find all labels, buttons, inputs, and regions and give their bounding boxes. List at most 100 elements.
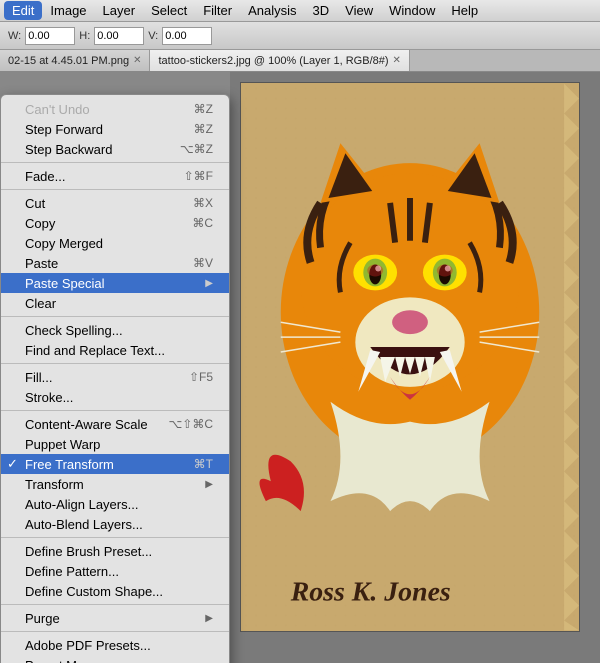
menu-item-auto-align-layers---[interactable]: Auto-Align Layers... [1, 494, 229, 514]
menu-item-define-custom-shape---[interactable]: Define Custom Shape... [1, 581, 229, 601]
menu-separator-29 [1, 604, 229, 605]
menu-item-label: Define Pattern... [25, 564, 119, 579]
tabs-bar: 02-15 at 4.45.01 PM.png ✕ tattoo-sticker… [0, 50, 600, 72]
menu-item-label: Puppet Warp [25, 437, 100, 452]
menu-item-shortcut: ⇧F5 [189, 370, 213, 384]
menu-item-label: Step Forward [25, 122, 103, 137]
menu-item-label: Copy Merged [25, 236, 103, 251]
menu-item-label: Find and Replace Text... [25, 343, 165, 358]
edit-dropdown-menu: Can't Undo ⌘Z Step Forward ⌘Z Step Backward ⌥… [0, 94, 230, 663]
menu-item-label: Auto-Blend Layers... [25, 517, 143, 532]
tab-png[interactable]: 02-15 at 4.45.01 PM.png ✕ [0, 50, 150, 71]
menu-item-shortcut: ⌘V [193, 256, 213, 270]
menu-3d[interactable]: 3D [305, 1, 338, 20]
menu-item-cut[interactable]: Cut ⌘X [1, 193, 229, 213]
menu-item-purge[interactable]: Purge ▶ [1, 608, 229, 628]
menu-analysis[interactable]: Analysis [240, 1, 304, 20]
menu-layer[interactable]: Layer [95, 1, 144, 20]
menu-item-label: Free Transform [25, 457, 114, 472]
menu-item-auto-blend-layers---[interactable]: Auto-Blend Layers... [1, 514, 229, 534]
tab-png-close[interactable]: ✕ [133, 55, 141, 66]
h-label: H: [79, 30, 90, 42]
submenu-arrow-icon: ▶ [205, 278, 213, 289]
menu-image[interactable]: Image [42, 1, 94, 20]
menu-item-label: Step Backward [25, 142, 112, 157]
v-input[interactable] [162, 27, 212, 45]
menu-item-shortcut: ⌘X [193, 196, 213, 210]
menu-item-fade---[interactable]: Fade... ⇧⌘F [1, 166, 229, 186]
tab-jpg[interactable]: tattoo-stickers2.jpg @ 100% (Layer 1, RG… [150, 50, 409, 71]
menu-item-label: Check Spelling... [25, 323, 123, 338]
menu-edit[interactable]: Edit [4, 1, 42, 20]
menu-item-paste[interactable]: Paste⌘V [1, 253, 229, 273]
menu-item-define-brush-preset---[interactable]: Define Brush Preset... [1, 541, 229, 561]
menu-item-label: Paste Special [25, 276, 105, 291]
menu-item-puppet-warp[interactable]: Puppet Warp [1, 434, 229, 454]
canvas-area: Ross K. Jones [230, 72, 600, 663]
menu-filter[interactable]: Filter [195, 1, 240, 20]
menu-item-check-spelling---[interactable]: Check Spelling... [1, 320, 229, 340]
menu-separator-15 [1, 363, 229, 364]
menu-item-label: Can't Undo [25, 102, 90, 117]
menu-item-adobe-pdf-presets---[interactable]: Adobe PDF Presets... [1, 635, 229, 655]
tab-jpg-close[interactable]: ✕ [393, 55, 401, 66]
menu-bar: Edit Image Layer Select Filter Analysis … [0, 0, 600, 22]
menu-item-shortcut: ⇧⌘F [184, 169, 213, 183]
menu-item-copy[interactable]: Copy ⌘C [1, 213, 229, 233]
menu-item-label: Content-Aware Scale [25, 417, 148, 432]
menu-select[interactable]: Select [143, 1, 195, 20]
menu-separator-3 [1, 162, 229, 163]
svg-text:Ross K. Jones: Ross K. Jones [290, 577, 451, 608]
menu-item-label: Purge [25, 611, 60, 626]
menu-item-label: Adobe PDF Presets... [25, 638, 151, 653]
menu-item-label: Preset Manager... [25, 658, 128, 663]
menu-item-transform[interactable]: Transform ▶ [1, 474, 229, 494]
menu-item-label: Transform [25, 477, 84, 492]
menu-separator-12 [1, 316, 229, 317]
canvas-image: Ross K. Jones [240, 82, 580, 632]
submenu-arrow-icon: ▶ [205, 613, 213, 624]
menu-item-fill---[interactable]: Fill...⇧F5 [1, 367, 229, 387]
menu-view[interactable]: View [337, 1, 381, 20]
menu-item-find-and-replace-text---[interactable]: Find and Replace Text... [1, 340, 229, 360]
menu-item-shortcut: ⌘Z [194, 102, 213, 116]
menu-separator-5 [1, 189, 229, 190]
main-area: Can't Undo ⌘Z Step Forward ⌘Z Step Backward ⌥… [0, 72, 600, 663]
menu-item-label: Clear [25, 296, 56, 311]
menu-item-shortcut: ⌘T [194, 457, 213, 471]
menu-item-label: Define Brush Preset... [25, 544, 152, 559]
menu-item-label: Define Custom Shape... [25, 584, 163, 599]
menu-item-shortcut: ⌥⇧⌘C [168, 417, 213, 431]
menu-item-define-pattern---[interactable]: Define Pattern... [1, 561, 229, 581]
menu-separator-18 [1, 410, 229, 411]
menu-help[interactable]: Help [443, 1, 486, 20]
menu-item-content-aware-scale[interactable]: Content-Aware Scale ⌥⇧⌘C [1, 414, 229, 434]
menu-item-label: Copy [25, 216, 55, 231]
menu-separator-31 [1, 631, 229, 632]
submenu-arrow-icon: ▶ [205, 479, 213, 490]
options-bar: W: H: V: [0, 22, 600, 50]
menu-item-clear[interactable]: Clear [1, 293, 229, 313]
menu-window[interactable]: Window [381, 1, 443, 20]
menu-item-free-transform[interactable]: ✓ Free Transform ⌘T [1, 454, 229, 474]
tab-png-label: 02-15 at 4.45.01 PM.png [8, 55, 129, 67]
menu-item-label: Cut [25, 196, 45, 211]
w-input[interactable] [25, 27, 75, 45]
menu-item-can-t-undo: Can't Undo ⌘Z [1, 99, 229, 119]
menu-item-stroke---[interactable]: Stroke... [1, 387, 229, 407]
menu-item-shortcut: ⌘Z [194, 122, 213, 136]
menu-separator-25 [1, 537, 229, 538]
checkmark-icon: ✓ [7, 456, 18, 472]
menu-item-paste-special[interactable]: Paste Special ▶ [1, 273, 229, 293]
menu-item-step-forward[interactable]: Step Forward ⌘Z [1, 119, 229, 139]
menu-item-label: Fade... [25, 169, 65, 184]
v-label: V: [148, 30, 158, 42]
menu-item-shortcut: ⌘C [192, 216, 213, 230]
menu-item-step-backward[interactable]: Step Backward ⌥⌘Z [1, 139, 229, 159]
w-label: W: [8, 30, 21, 42]
menu-item-copy-merged[interactable]: Copy Merged [1, 233, 229, 253]
menu-item-shortcut: ⌥⌘Z [180, 142, 213, 156]
menu-item-preset-manager---[interactable]: Preset Manager... [1, 655, 229, 663]
menu-item-label: Stroke... [25, 390, 73, 405]
h-input[interactable] [94, 27, 144, 45]
